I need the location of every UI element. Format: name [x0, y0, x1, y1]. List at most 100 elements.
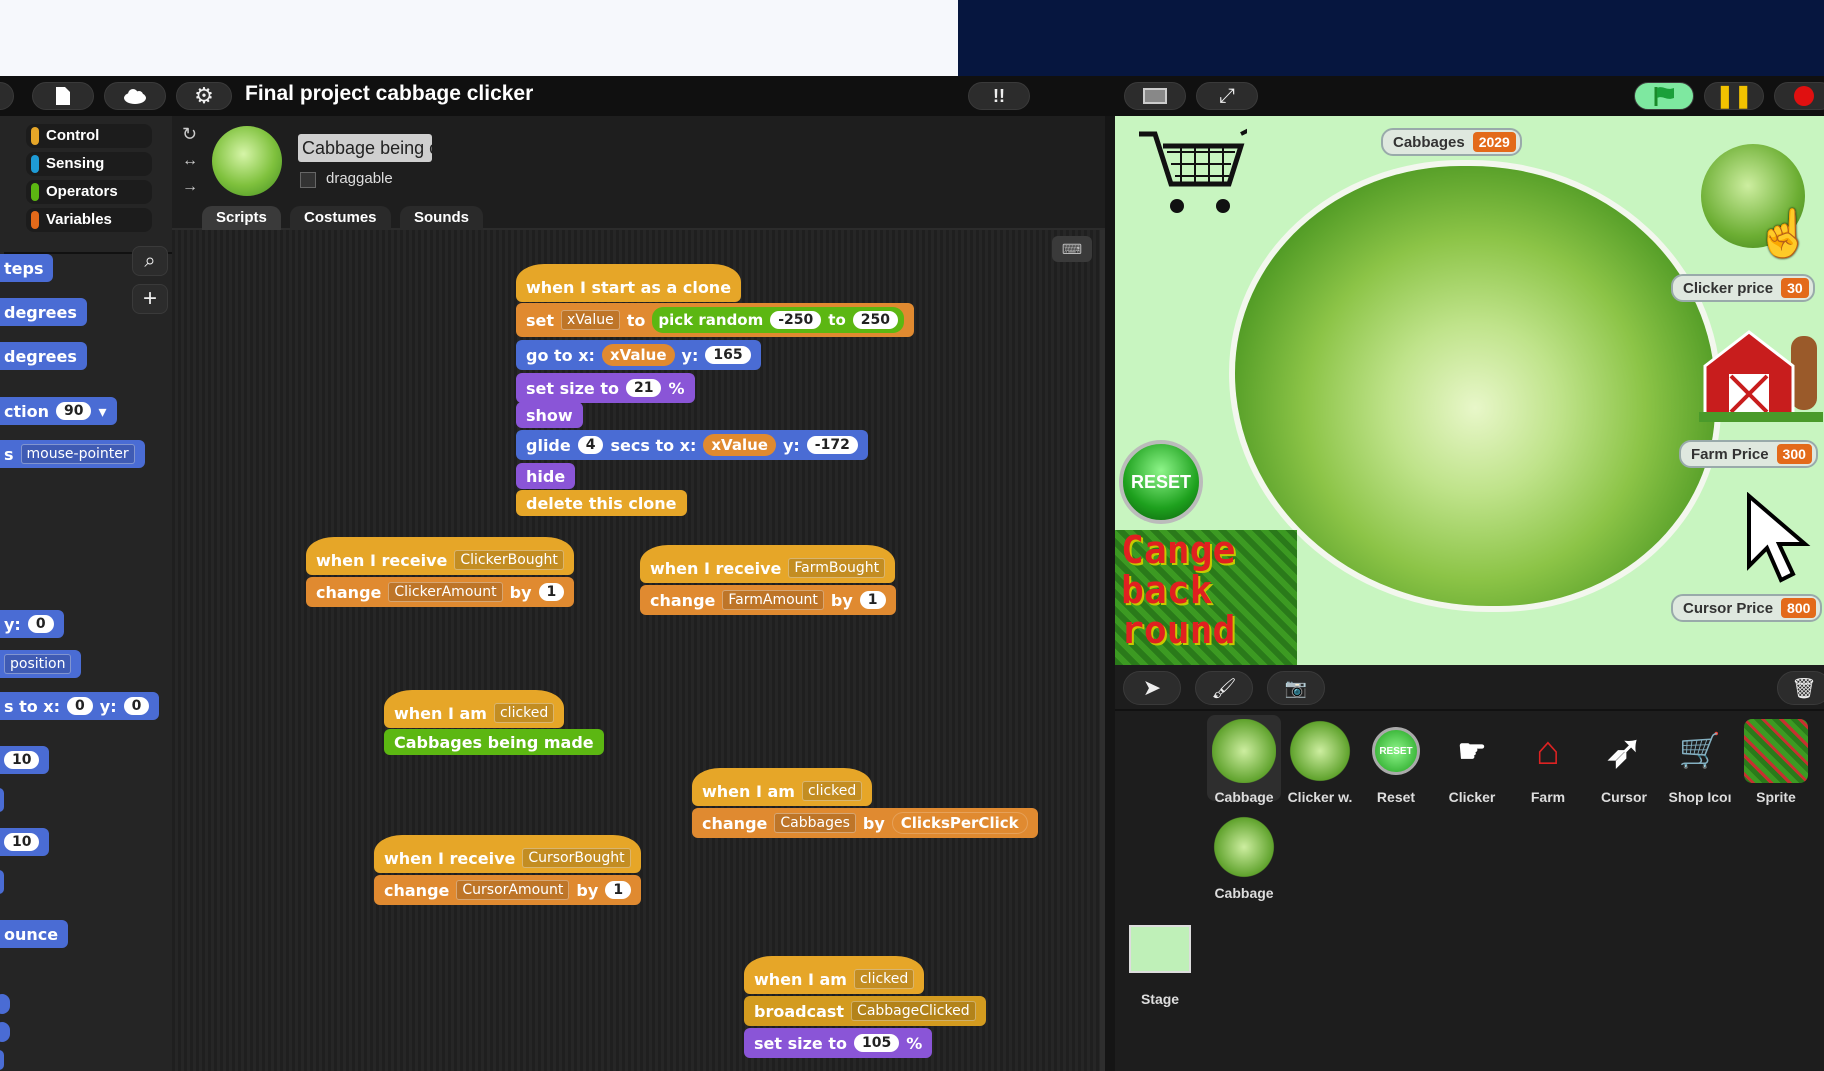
sprite-item-clicker[interactable]: ☛ Clicker	[1435, 719, 1509, 805]
bounce-block[interactable]: ounce	[0, 920, 69, 948]
direction-slot[interactable]: 90	[56, 402, 92, 420]
go-to-xy-block[interactable]: go to x: xValue y: 165	[516, 340, 761, 370]
hide-block[interactable]: hide	[516, 463, 576, 489]
hat-block-receive[interactable]: when I receive FarmBought	[640, 545, 896, 583]
category-operators[interactable]: Operators	[26, 180, 152, 204]
sprite-item-sprite[interactable]: Sprite	[1739, 719, 1813, 805]
cloud-button[interactable]	[104, 82, 166, 110]
hat-block-receive[interactable]: when I receive ClickerBought	[306, 537, 574, 575]
x-slot[interactable]: 0	[67, 697, 93, 715]
change-x-block[interactable]: 10	[0, 746, 50, 774]
var-dropdown[interactable]: ClickerAmount	[388, 582, 503, 602]
y-position-reporter[interactable]	[0, 1022, 10, 1042]
camera-button[interactable]: 📷	[1267, 671, 1325, 705]
delete-clone-block[interactable]: delete this clone	[516, 490, 687, 516]
sprite-item-cursor[interactable]: ➶ Cursor	[1587, 719, 1661, 806]
trash-button[interactable]: 🗑	[1777, 671, 1824, 705]
value-slot[interactable]: -250	[770, 311, 822, 329]
message-dropdown[interactable]: CursorBought	[522, 848, 631, 868]
settings-button[interactable]: ⚙	[176, 82, 232, 110]
pick-random-reporter[interactable]: pick random -250 to 250	[652, 307, 905, 333]
draggable-checkbox[interactable]	[300, 172, 316, 188]
value-slot[interactable]: 250	[852, 311, 899, 329]
var-dropdown[interactable]: Cabbages	[774, 813, 856, 833]
var-reporter[interactable]: xValue	[703, 434, 776, 456]
paint-button[interactable]: 🖌	[1195, 671, 1253, 705]
keyboard-icon[interactable]: ⌨	[1052, 236, 1092, 262]
change-var-block[interactable]: change ClickerAmount by 1	[306, 577, 575, 607]
y-slot[interactable]: 0	[123, 697, 150, 715]
hat-block-clone[interactable]: when I start as a clone	[516, 264, 742, 302]
category-variables[interactable]: Variables	[26, 208, 152, 232]
cursor-sprite-icon[interactable]	[1743, 492, 1813, 588]
value-slot[interactable]: 1	[538, 583, 565, 601]
flip-icon[interactable]: ↔	[182, 152, 198, 170]
message-dropdown[interactable]: ClickerBought	[454, 550, 564, 570]
search-blocks-button[interactable]: ⌕	[132, 246, 168, 276]
cabbage-sprite[interactable]	[1235, 166, 1715, 606]
value-slot[interactable]: 105	[853, 1034, 900, 1052]
hat-block-clicked[interactable]: when I am clicked	[744, 956, 925, 994]
sprite-item-clicker-w[interactable]: Clicker w.	[1283, 719, 1357, 805]
barn-icon[interactable]	[1699, 322, 1823, 426]
change-var-block[interactable]: change Cabbages by ClicksPerClick	[692, 808, 1038, 838]
turn-right-block[interactable]: degrees	[0, 298, 87, 326]
event-dropdown[interactable]: clicked	[801, 781, 863, 801]
message-dropdown[interactable]: CabbageClicked	[851, 1001, 976, 1021]
file-button[interactable]	[32, 82, 94, 110]
move-steps-block[interactable]: teps	[0, 254, 54, 282]
value-slot[interactable]: 165	[705, 346, 751, 364]
set-var-block[interactable]: set xValue to pick random -250 to 250	[516, 303, 915, 337]
point-direction-block[interactable]: ction 90 ▾	[0, 397, 117, 425]
value-slot[interactable]: 21	[625, 379, 662, 397]
go-to-xy-block[interactable]: y: 0	[0, 610, 64, 638]
fullscreen-button[interactable]: ⤢	[1196, 82, 1258, 110]
pane-divider[interactable]	[1105, 116, 1115, 1071]
var-dropdown[interactable]: FarmAmount	[722, 590, 824, 610]
set-y-block[interactable]	[0, 870, 4, 894]
broadcast-block[interactable]: broadcast CabbageClicked	[744, 996, 986, 1026]
hat-block-clicked[interactable]: when I am clicked	[692, 768, 873, 806]
sprite-item-reset[interactable]: RESET Reset	[1359, 719, 1433, 805]
hat-block-receive[interactable]: when I receive CursorBought	[374, 835, 641, 873]
glide-block[interactable]: s to x: 0 y: 0	[0, 692, 160, 720]
category-control[interactable]: Control	[26, 124, 152, 148]
x-position-reporter[interactable]	[0, 994, 10, 1014]
change-var-block[interactable]: change FarmAmount by 1	[640, 585, 896, 615]
position-dropdown[interactable]: position	[4, 654, 72, 674]
sprite-item-cabbage-2[interactable]: Cabbage	[1207, 815, 1281, 901]
tab-sounds[interactable]: Sounds	[400, 206, 483, 230]
value-slot[interactable]: 1	[605, 881, 632, 899]
value-slot[interactable]: 4	[577, 436, 604, 454]
stop-button[interactable]	[1774, 82, 1824, 110]
var-dropdown[interactable]: CursorAmount	[456, 880, 570, 900]
sprite-item-shop-icon[interactable]: 🛒 Shop Icoı	[1663, 719, 1737, 805]
sprite-item-farm[interactable]: ⌂ Farm	[1511, 719, 1585, 806]
tab-costumes[interactable]: Costumes	[290, 206, 391, 230]
rotate-icon[interactable]: ↻	[182, 124, 197, 145]
make-block-button[interactable]: +	[132, 284, 168, 314]
no-rotate-icon[interactable]: →	[182, 178, 198, 196]
change-var-block[interactable]: change CursorAmount by 1	[374, 875, 642, 905]
event-dropdown[interactable]: clicked	[493, 703, 555, 723]
say-block[interactable]: Cabbages being made	[384, 729, 604, 755]
set-size-block[interactable]: set size to 105%	[744, 1028, 933, 1058]
green-flag-button[interactable]	[1634, 82, 1694, 110]
towards-dropdown[interactable]: mouse-pointer	[20, 444, 135, 464]
show-block[interactable]: show	[516, 402, 583, 428]
var-reporter[interactable]: ClicksPerClick	[891, 812, 1028, 834]
value-slot[interactable]: 10	[4, 833, 40, 851]
shopping-cart-icon[interactable]	[1137, 128, 1247, 220]
y-slot[interactable]: 0	[27, 615, 54, 633]
var-dropdown[interactable]: xValue	[561, 310, 620, 330]
turn-left-block[interactable]: degrees	[0, 342, 87, 370]
change-y-block[interactable]: 10	[0, 828, 50, 856]
stage[interactable]: Cabbages 2029 ☝ Clicker price 30 Farm Pric…	[1115, 116, 1824, 665]
set-size-block[interactable]: set size to 21%	[516, 373, 695, 403]
stage-size-button[interactable]	[1124, 82, 1186, 110]
unsaved-button[interactable]: !!	[968, 82, 1030, 110]
sprite-name-input[interactable]: Cabbage being clicl	[298, 134, 432, 162]
logo-button[interactable]	[0, 82, 14, 110]
event-dropdown[interactable]: clicked	[853, 969, 915, 989]
turtle-button[interactable]: ➤	[1123, 671, 1181, 705]
